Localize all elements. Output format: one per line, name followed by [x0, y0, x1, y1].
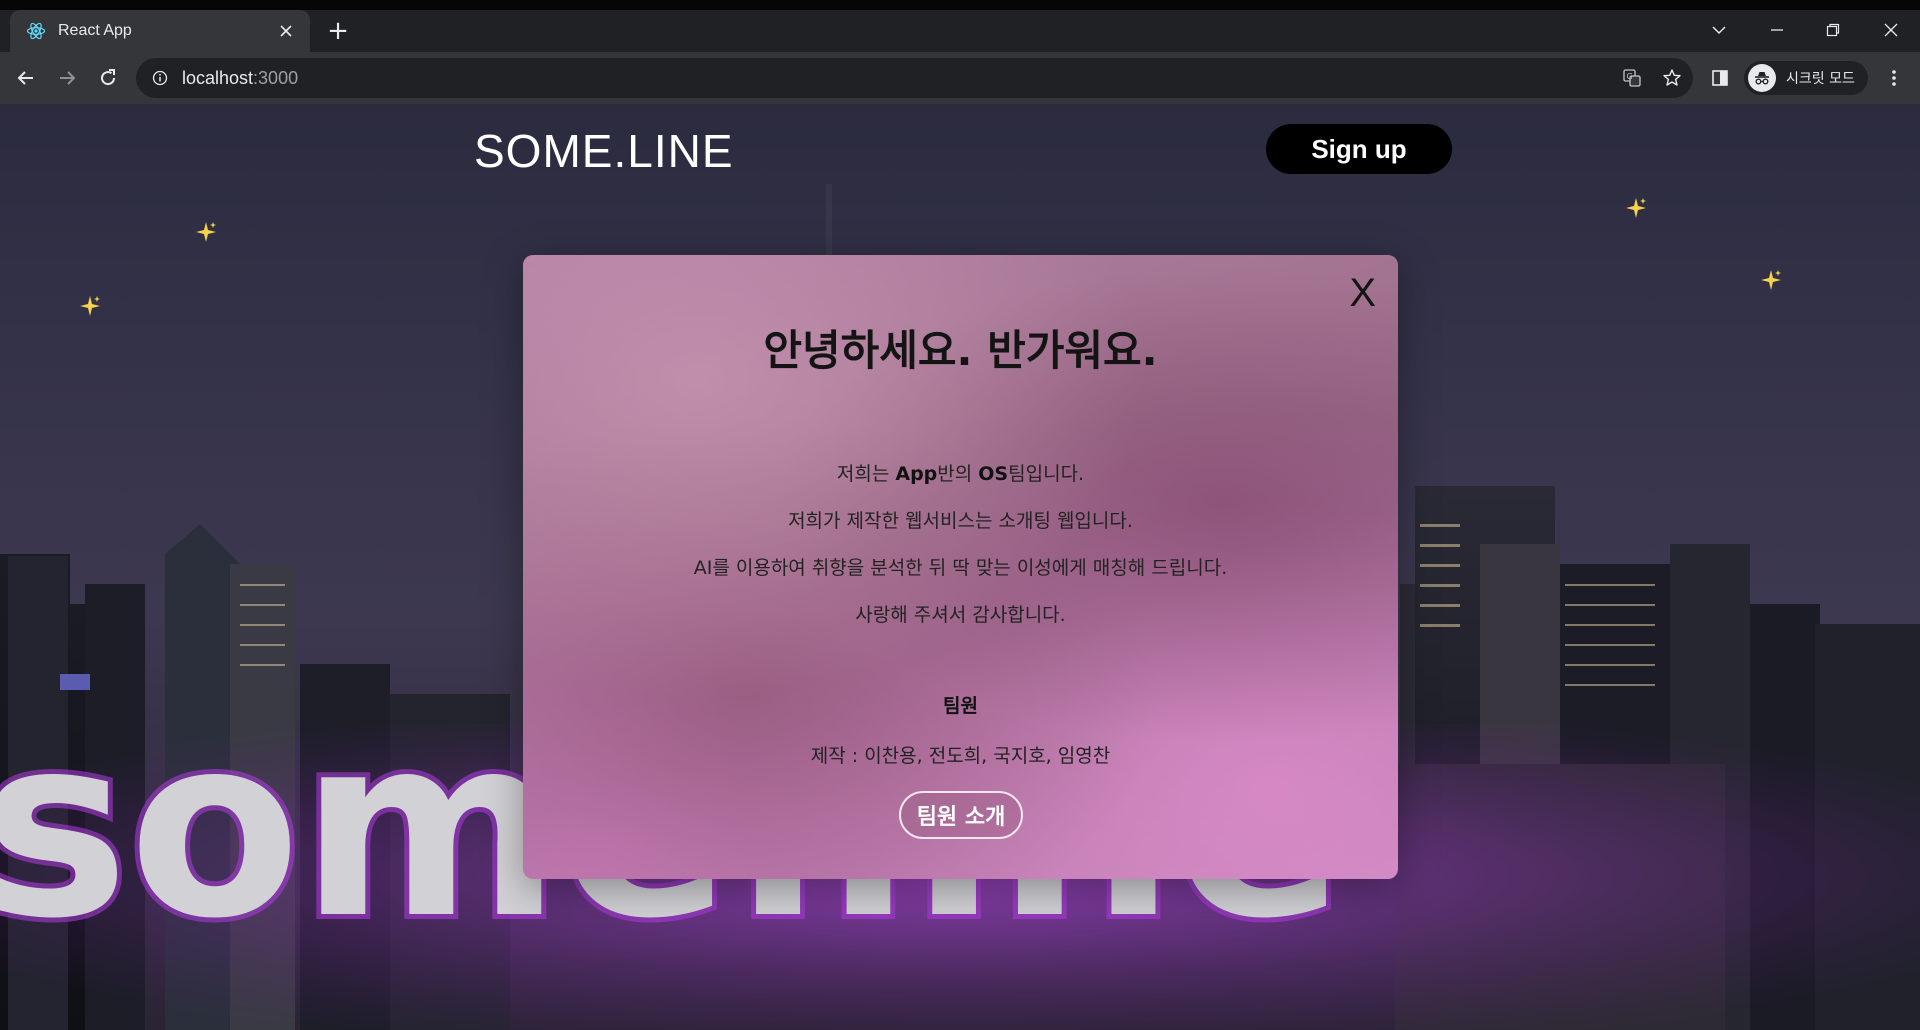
intro-line: 저희가 제작한 웹서비스는 소개팅 웹입니다.: [788, 510, 1133, 532]
intro-text: 저희는 App반의 OS팀입니다. 저희가 제작한 웹서비스는 소개팅 웹입니다…: [523, 451, 1398, 639]
incognito-profile-button[interactable]: 시크릿 모드: [1744, 61, 1868, 95]
intro-line: AI를 이용하여 취향을 분석한 뒤 딱 맞는 이성에게 매칭해 드립니다.: [693, 557, 1228, 579]
team-heading: 팀원: [943, 695, 978, 717]
url-host: localhost: [182, 67, 254, 88]
browser-toolbar: localhost:3000 G 시크릿 모드: [0, 52, 1920, 104]
intro-modal: X 안녕하세요. 반가워요. 저희는 App반의 OS팀입니다. 저희가 제작한…: [523, 255, 1398, 879]
intro-line: 저희는 App반의 OS팀입니다.: [836, 463, 1085, 485]
minimize-icon[interactable]: [1762, 18, 1792, 42]
restore-icon[interactable]: [1818, 18, 1848, 42]
translate-icon[interactable]: G: [1620, 66, 1644, 90]
window-top-edge: [0, 0, 1920, 10]
star-icon[interactable]: [1660, 66, 1684, 90]
team-members: 제작 : 이찬용, 전도희, 국지호, 임영찬: [810, 745, 1111, 767]
new-tab-button[interactable]: +: [325, 18, 351, 44]
address-bar[interactable]: localhost:3000 G: [136, 58, 1693, 98]
sidepanel-icon[interactable]: [1708, 66, 1732, 90]
intro-line: 사랑해 주셔서 감사합니다.: [855, 604, 1066, 626]
window-close-icon[interactable]: [1876, 18, 1906, 42]
react-icon: [26, 21, 46, 41]
tab-title: React App: [58, 22, 132, 39]
sparkle-icon: [1626, 198, 1646, 218]
signup-button[interactable]: Sign up: [1266, 124, 1452, 174]
incognito-icon: [1748, 64, 1776, 92]
site-logo[interactable]: SOME.LINE: [474, 124, 734, 178]
info-icon[interactable]: [150, 68, 170, 88]
profile-label: 시크릿 모드: [1786, 71, 1855, 87]
close-icon[interactable]: [276, 21, 296, 41]
tab-react-app[interactable]: React App: [10, 10, 310, 52]
back-icon[interactable]: [14, 66, 38, 90]
reload-icon[interactable]: [96, 66, 120, 90]
menu-icon[interactable]: [1882, 66, 1906, 90]
tab-search-icon[interactable]: [1704, 18, 1734, 42]
svg-text:G: G: [1627, 72, 1633, 81]
forward-icon[interactable]: [55, 66, 79, 90]
url-port: :3000: [253, 67, 299, 88]
modal-title: 안녕하세요. 반가워요.: [763, 326, 1158, 375]
sparkle-icon: [196, 222, 216, 242]
sparkle-icon: [1761, 270, 1781, 290]
modal-close-button[interactable]: X: [1349, 273, 1376, 313]
tab-strip: React App +: [0, 10, 1920, 52]
page-viewport: some.line SOME.LINE Sign up X 안녕하세요. 반가워…: [0, 104, 1920, 1030]
team-intro-button[interactable]: 팀원 소개: [899, 791, 1023, 839]
sparkle-icon: [80, 296, 100, 316]
